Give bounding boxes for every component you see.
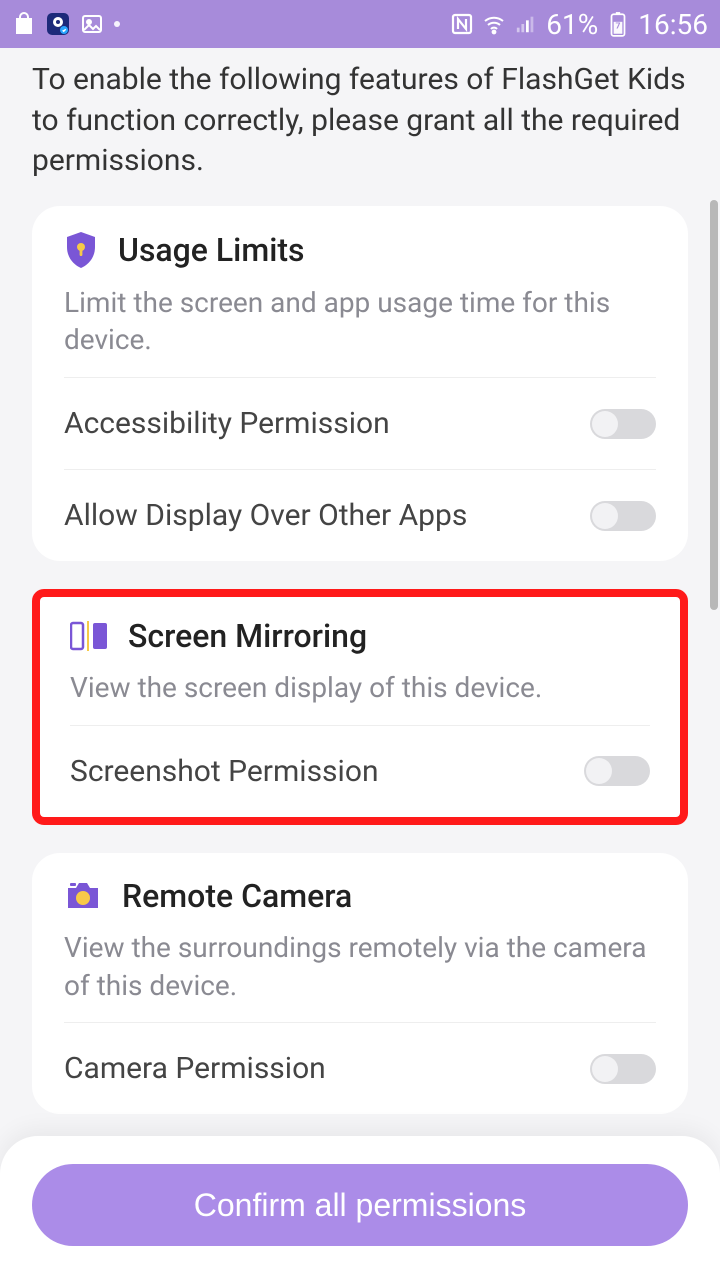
nfc-icon: [450, 12, 474, 36]
card-desc: View the screen display of this device.: [70, 669, 650, 726]
perm-screenshot-row[interactable]: Screenshot Permission: [70, 726, 650, 809]
card-remote-camera: Remote Camera View the surroundings remo…: [32, 853, 688, 1115]
toggle-off[interactable]: [590, 409, 656, 439]
status-bar: 61% 7 16:56: [0, 0, 720, 48]
perm-display-over-row[interactable]: Allow Display Over Other Apps: [64, 470, 656, 553]
scrollbar-thumb[interactable]: [710, 200, 718, 610]
mirror-icon: [70, 619, 108, 653]
bag-icon: [12, 12, 36, 36]
card-title: Remote Camera: [122, 877, 352, 915]
perm-label: Camera Permission: [64, 1051, 326, 1086]
wifi-icon: [482, 12, 506, 36]
perm-label: Allow Display Over Other Apps: [64, 498, 467, 533]
card-desc: View the surroundings remotely via the c…: [64, 929, 656, 1024]
signal-icon: [514, 12, 538, 36]
battery-percent: 61%: [546, 8, 598, 41]
perm-camera-row[interactable]: Camera Permission: [64, 1023, 656, 1106]
confirm-all-button[interactable]: Confirm all permissions: [32, 1164, 688, 1246]
perm-accessibility-row[interactable]: Accessibility Permission: [64, 378, 656, 470]
toggle-off[interactable]: [584, 756, 650, 786]
status-right: 61% 7 16:56: [450, 8, 708, 41]
card-usage-limits: Usage Limits Limit the screen and app us…: [32, 206, 688, 562]
card-title: Screen Mirroring: [128, 617, 367, 655]
gallery-icon: [80, 12, 104, 36]
bottom-sheet: Confirm all permissions: [0, 1136, 720, 1280]
perm-label: Accessibility Permission: [64, 406, 390, 441]
camera-icon: [64, 880, 102, 912]
clock-time: 16:56: [638, 8, 708, 41]
intro-text: To enable the following features of Flas…: [0, 48, 720, 206]
toggle-off[interactable]: [590, 1054, 656, 1084]
more-indicator-icon: [114, 21, 120, 27]
svg-text:7: 7: [616, 21, 621, 31]
permissions-scroll[interactable]: Usage Limits Limit the screen and app us…: [0, 206, 720, 1280]
card-screen-mirroring: Screen Mirroring View the screen display…: [32, 589, 688, 825]
card-desc: Limit the screen and app usage time for …: [64, 284, 656, 379]
app-badge-icon: [46, 12, 70, 36]
card-title: Usage Limits: [118, 231, 304, 269]
status-left-icons: [12, 12, 120, 36]
battery-icon: 7: [606, 12, 630, 36]
shield-icon: [64, 230, 98, 270]
toggle-off[interactable]: [590, 501, 656, 531]
perm-label: Screenshot Permission: [70, 754, 379, 789]
